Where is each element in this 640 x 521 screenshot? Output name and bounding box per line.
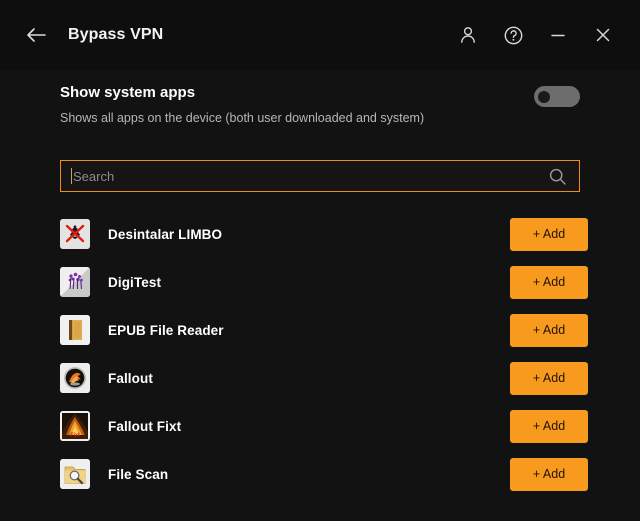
- table-row[interactable]: DigiTest + Add: [0, 258, 640, 306]
- app-name: Fallout: [108, 370, 153, 386]
- close-icon: [596, 28, 610, 42]
- account-icon: [461, 27, 475, 43]
- add-button[interactable]: + Add: [510, 217, 588, 251]
- search-button[interactable]: [548, 167, 567, 186]
- table-row[interactable]: Fallout + Add: [0, 354, 640, 402]
- table-row[interactable]: Desintalar LIMBO + Add: [0, 210, 640, 258]
- epub-file-reader-icon: [60, 315, 90, 345]
- show-system-apps-setting: Show system apps Shows all apps on the d…: [60, 84, 580, 125]
- fallout-fixt-icon: Fixt: [60, 411, 90, 441]
- app-name: Desintalar LIMBO: [108, 226, 223, 242]
- minimize-button[interactable]: [543, 20, 573, 50]
- search-icon: [549, 168, 566, 185]
- show-system-apps-toggle[interactable]: [534, 86, 580, 107]
- add-button[interactable]: + Add: [510, 313, 588, 347]
- app-name: DigiTest: [108, 274, 162, 290]
- add-button[interactable]: + Add: [510, 265, 588, 299]
- setting-title: Show system apps: [60, 84, 196, 101]
- toggle-knob: [538, 90, 550, 103]
- app-name: File Scan: [108, 466, 169, 482]
- uninstall-limbo-icon: [60, 219, 90, 249]
- svg-text:Fixt: Fixt: [70, 433, 80, 439]
- help-button[interactable]: [498, 20, 528, 50]
- arrow-left-icon: [27, 28, 46, 42]
- page-title: Bypass VPN: [68, 26, 164, 43]
- add-button[interactable]: + Add: [510, 361, 588, 395]
- close-button[interactable]: [588, 20, 618, 50]
- help-icon: [504, 26, 522, 44]
- back-button[interactable]: [22, 21, 50, 49]
- app-name: EPUB File Reader: [108, 322, 224, 338]
- app-list: Desintalar LIMBO + Add DigiTest + Add EP…: [0, 210, 640, 500]
- account-button[interactable]: [453, 20, 483, 50]
- digitest-icon: [60, 267, 90, 297]
- fallout-icon: [60, 363, 90, 393]
- add-button[interactable]: + Add: [510, 457, 588, 491]
- app-name: Fallout Fixt: [108, 418, 182, 434]
- search-field[interactable]: [60, 160, 580, 192]
- titlebar-actions: [453, 20, 618, 50]
- bypass-vpn-window: Bypass VPN Show system apps Shows all ap…: [0, 0, 640, 521]
- add-button[interactable]: + Add: [510, 409, 588, 443]
- file-scan-icon: [60, 459, 90, 489]
- table-row[interactable]: File Scan + Add: [0, 450, 640, 498]
- minimize-icon: [551, 34, 565, 37]
- table-row[interactable]: Fixt Fallout Fixt + Add: [0, 402, 640, 450]
- setting-subtitle: Shows all apps on the device (both user …: [60, 111, 425, 125]
- table-row[interactable]: EPUB File Reader + Add: [0, 306, 640, 354]
- search-input[interactable]: [72, 161, 548, 191]
- titlebar: Bypass VPN: [0, 0, 640, 70]
